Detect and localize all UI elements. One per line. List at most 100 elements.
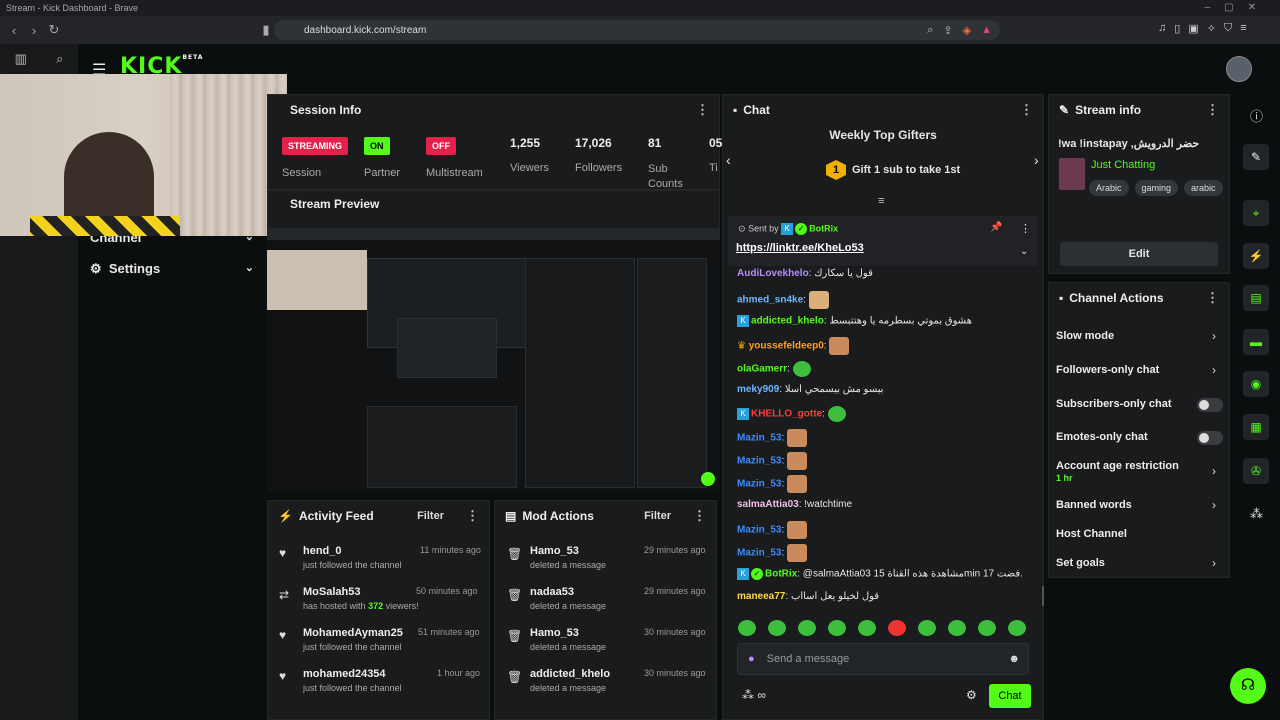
chat-user[interactable]: olaGamerr	[737, 364, 787, 375]
emote-icon[interactable]	[738, 620, 756, 636]
chat-user[interactable]: KHELLO_gotte	[751, 409, 822, 420]
panel-toggle-icon[interactable]: ▥	[15, 51, 27, 67]
gift-row[interactable]: 1 Gift 1 sub to take 1st	[826, 160, 960, 180]
quick-emote-icon[interactable]: ⁂ ∞	[742, 688, 766, 702]
kebab-icon[interactable]: ⋮	[693, 508, 706, 524]
brave-shield-icon[interactable]: ◈	[963, 24, 971, 37]
slow-mode-item[interactable]: Slow mode	[1056, 330, 1114, 342]
account-age-item[interactable]: Account age restriction	[1056, 460, 1179, 472]
kebab-icon[interactable]: ⋮	[1206, 290, 1219, 306]
back-icon[interactable]: ‹	[4, 23, 24, 38]
chevron-left-icon[interactable]: ‹	[726, 152, 731, 168]
chat-icon[interactable]: ▬	[1243, 329, 1269, 355]
banned-words-item[interactable]: Banned words	[1056, 499, 1132, 511]
chat-scrollbar[interactable]	[1042, 586, 1044, 606]
broadcast-icon[interactable]: ◉	[1243, 371, 1269, 397]
chat-user[interactable]: youssefeldeep0	[749, 341, 824, 352]
support-button[interactable]: ☊	[1230, 668, 1266, 704]
kebab-icon[interactable]: ⋮	[1020, 102, 1033, 118]
apps-icon[interactable]: ⁂	[1250, 506, 1263, 522]
window-controls[interactable]: –▢✕	[1205, 2, 1270, 13]
kebab-icon[interactable]: ⋮	[1206, 102, 1219, 118]
emote-icon[interactable]	[888, 620, 906, 636]
document-icon[interactable]: ▤	[1243, 285, 1269, 311]
emote-icon[interactable]	[798, 620, 816, 636]
menu-icon[interactable]: ≡	[1240, 22, 1246, 35]
chat-user[interactable]: BotRix	[765, 569, 797, 580]
chat-user[interactable]: ahmed_sn4ke	[737, 295, 803, 306]
nav-settings-label: Settings	[108, 261, 161, 276]
reload-icon[interactable]: ↻	[44, 22, 64, 38]
vpn-icon[interactable]: ⛉	[1224, 22, 1232, 35]
kebab-icon[interactable]: ⋮	[696, 102, 709, 118]
chevron-right-icon[interactable]: ›	[1212, 498, 1216, 512]
mod-filter-button[interactable]: Filter	[644, 510, 671, 522]
emote-icon[interactable]	[1008, 620, 1026, 636]
emoji-icon[interactable]: ☻	[1008, 653, 1020, 665]
followers-only-item[interactable]: Followers-only chat	[1056, 364, 1159, 376]
forward-icon[interactable]: ›	[24, 23, 44, 38]
tag-list: Arabic gaming arabic	[1089, 178, 1229, 196]
chevron-right-icon[interactable]: ›	[1212, 464, 1216, 478]
search-icon[interactable]: ⌕	[56, 51, 63, 67]
chat-user[interactable]: Mazin_53	[737, 433, 781, 444]
chat-user[interactable]: maneea77	[737, 591, 785, 602]
chat-input[interactable]: ● Send a message ☻	[737, 643, 1029, 675]
set-goals-item[interactable]: Set goals	[1056, 557, 1105, 569]
send-chat-button[interactable]: Chat	[989, 684, 1031, 708]
chat-user[interactable]: salmaAttia03	[737, 499, 799, 510]
chat-user[interactable]: Mazin_53	[737, 525, 781, 536]
emote-icon[interactable]	[828, 620, 846, 636]
sidebar-icon[interactable]: ▯	[1174, 22, 1180, 35]
chat-user[interactable]: Mazin_53	[737, 479, 781, 490]
kebab-icon[interactable]: ⋮	[1020, 222, 1031, 235]
chat-user[interactable]: meky909	[737, 384, 779, 395]
bookmark-icon[interactable]: ▮	[256, 22, 276, 38]
info-icon[interactable]: ⓘ	[1250, 106, 1263, 125]
edit-button[interactable]: Edit	[1060, 242, 1218, 266]
chat-user[interactable]: AudiLovekhelo	[737, 268, 809, 279]
avatar[interactable]	[1226, 56, 1252, 82]
kebab-icon[interactable]: ⋮	[466, 508, 479, 524]
layout-icon[interactable]: ▦	[1243, 414, 1269, 440]
emote-icon[interactable]	[858, 620, 876, 636]
chat-user[interactable]: Mazin_53	[737, 548, 781, 559]
stream-preview-video[interactable]	[267, 228, 720, 492]
url-text[interactable]: dashboard.kick.com/stream	[304, 25, 426, 36]
wrench-icon[interactable]: ✇	[1243, 458, 1269, 484]
emote-icon[interactable]	[918, 620, 936, 636]
chevron-right-icon[interactable]: ›	[1212, 556, 1216, 570]
emote-icon[interactable]	[978, 620, 996, 636]
pencil-icon[interactable]: ✎	[1243, 144, 1269, 170]
subscribers-only-toggle[interactable]	[1197, 398, 1223, 412]
chat-user[interactable]: addicted_khelo	[751, 316, 824, 327]
chevron-right-icon[interactable]: ›	[1212, 329, 1216, 343]
pinned-link[interactable]: https://linktr.ee/KheLo53	[736, 242, 864, 254]
pinned-user[interactable]: BotRix	[809, 223, 838, 233]
activity-filter-button[interactable]: Filter	[417, 510, 444, 522]
share-icon[interactable]: ⇪	[943, 24, 952, 37]
mic-icon[interactable]: ●	[748, 653, 755, 665]
category-link[interactable]: Just Chatting	[1091, 159, 1155, 171]
rewards-icon[interactable]: ▲	[981, 24, 992, 36]
emote-icon[interactable]	[948, 620, 966, 636]
zoom-icon[interactable]: ⌕	[927, 24, 933, 37]
chat-user[interactable]: Mazin_53	[737, 456, 781, 467]
chevron-down-icon[interactable]: ⌄	[1020, 246, 1028, 257]
address-bar[interactable]: dashboard.kick.com/stream ⌕ ⇪ ◈ ▲	[274, 20, 1000, 40]
leo-icon[interactable]: ✧	[1207, 22, 1216, 35]
chevron-right-icon[interactable]: ›	[1034, 152, 1039, 168]
host-channel-item[interactable]: Host Channel	[1056, 528, 1127, 540]
focus-icon[interactable]: ⌖	[1243, 200, 1269, 226]
nav-settings[interactable]: ⚙ Settings ⌄	[90, 261, 254, 277]
wallet-icon[interactable]: ▣	[1188, 22, 1198, 35]
pin-icon[interactable]: 📌	[990, 222, 1002, 233]
chat-settings-icon[interactable]: ⚙	[966, 688, 977, 702]
emote-icon[interactable]	[768, 620, 786, 636]
music-icon[interactable]: ♫	[1158, 22, 1166, 35]
chevron-right-icon[interactable]: ›	[1212, 363, 1216, 377]
lightning-icon[interactable]: ⚡	[1243, 243, 1269, 269]
pinned-message[interactable]: ⊙ Sent by K ✓ BotRix https://linktr.ee/Khe…	[728, 216, 1038, 266]
drag-handle-icon[interactable]: ≡	[878, 195, 884, 207]
emotes-only-toggle[interactable]	[1197, 431, 1223, 445]
